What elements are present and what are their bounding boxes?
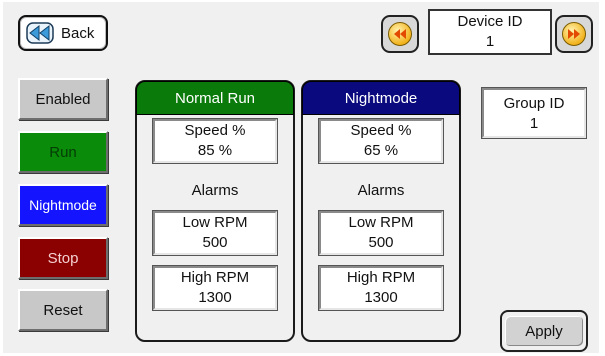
low-rpm-value: 500: [202, 234, 228, 251]
apply-button-face: Apply: [505, 316, 583, 346]
nightmode-high-rpm-field[interactable]: High RPM 1300: [318, 265, 444, 311]
normal-run-panel: Normal Run Speed % 85 % Alarms Low RPM 5…: [135, 80, 295, 342]
apply-label: Apply: [525, 322, 563, 340]
speed-label: Speed %: [350, 122, 412, 139]
back-button[interactable]: Back: [18, 15, 108, 51]
nightmode-panel: Nightmode Speed % 65 % Alarms Low RPM 50…: [301, 80, 461, 342]
fast-forward-icon: [562, 22, 586, 46]
rewind-icon: [388, 22, 412, 46]
speed-value: 65 %: [363, 142, 399, 159]
previous-device-button[interactable]: [381, 15, 419, 53]
reset-label: Reset: [43, 301, 83, 319]
alarms-label: Alarms: [357, 181, 405, 199]
low-rpm-value: 500: [368, 234, 394, 251]
run-label: Run: [49, 143, 77, 161]
group-id-field[interactable]: Group ID 1: [481, 87, 587, 139]
nightmode-speed-field[interactable]: Speed % 65 %: [318, 118, 444, 164]
nightmode-low-rpm-field[interactable]: Low RPM 500: [318, 210, 444, 256]
normal-run-title: Normal Run: [174, 89, 256, 107]
enabled-label: Enabled: [35, 90, 91, 108]
nightmode-title: Nightmode: [344, 89, 418, 107]
speed-value: 85 %: [197, 142, 233, 159]
enabled-button[interactable]: Enabled: [18, 78, 108, 120]
normal-run-speed-field[interactable]: Speed % 85 %: [152, 118, 278, 164]
next-device-button[interactable]: [555, 15, 593, 53]
device-id-value: 1: [485, 33, 495, 50]
high-rpm-value: 1300: [364, 289, 398, 306]
reset-button[interactable]: Reset: [18, 289, 108, 331]
nightmode-label: Nightmode: [29, 197, 97, 213]
device-id-label: Device ID: [457, 13, 523, 30]
back-label: Back: [61, 24, 95, 42]
hmi-screen: Back Device ID 1 Enabled Run Nightmode S: [3, 2, 599, 353]
high-rpm-value: 1300: [198, 289, 232, 306]
low-rpm-label: Low RPM: [182, 214, 248, 231]
high-rpm-label: High RPM: [346, 269, 416, 286]
high-rpm-label: High RPM: [180, 269, 250, 286]
stop-label: Stop: [47, 249, 79, 267]
group-id-value: 1: [529, 115, 539, 132]
normal-run-header: Normal Run: [136, 81, 294, 115]
group-id-label: Group ID: [503, 95, 565, 112]
normal-run-low-rpm-field[interactable]: Low RPM 500: [152, 210, 278, 256]
nightmode-button[interactable]: Nightmode: [18, 184, 108, 226]
speed-label: Speed %: [184, 122, 246, 139]
stop-button[interactable]: Stop: [18, 237, 108, 279]
low-rpm-label: Low RPM: [348, 214, 414, 231]
device-id-display: Device ID 1: [428, 9, 552, 55]
apply-button[interactable]: Apply: [500, 310, 588, 352]
nightmode-header: Nightmode: [302, 81, 460, 115]
rewind-icon: [26, 22, 54, 44]
normal-run-high-rpm-field[interactable]: High RPM 1300: [152, 265, 278, 311]
run-button[interactable]: Run: [18, 131, 108, 173]
alarms-label: Alarms: [191, 181, 239, 199]
